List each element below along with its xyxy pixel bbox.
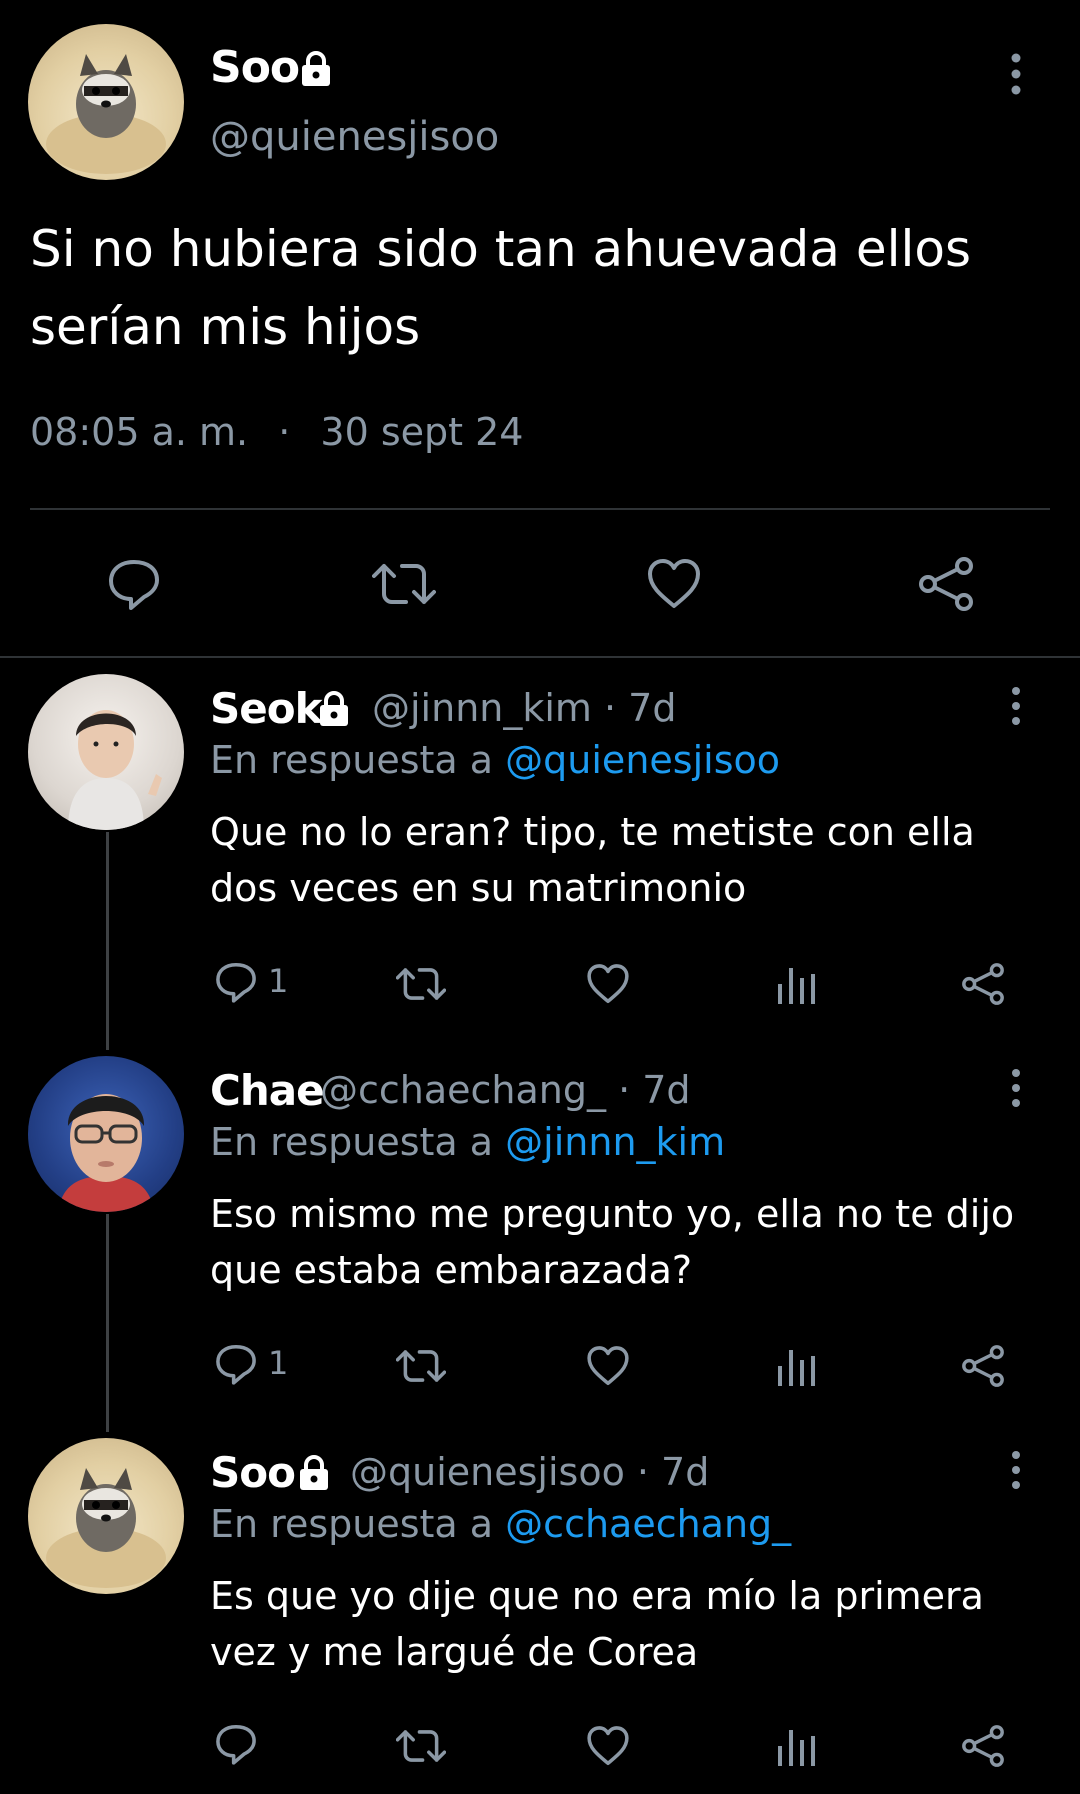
reply-to-line: En respuesta a @jinnn_kim [210, 1120, 725, 1164]
reply-to-line: En respuesta a @cchaechang_ [210, 1502, 791, 1546]
reply-to-mention[interactable]: @jinnn_kim [505, 1120, 725, 1164]
like-icon[interactable] [646, 556, 702, 612]
reply-count: 1 [268, 962, 289, 1000]
thread-line [106, 1214, 109, 1432]
share-icon[interactable] [960, 1724, 1006, 1768]
reply-text-line1: Que no lo eran? tipo, te metiste con ell… [210, 810, 975, 854]
main-author-name[interactable]: Soo [210, 42, 300, 93]
retweet-icon[interactable] [396, 1344, 446, 1388]
reply-icon[interactable] [214, 960, 258, 1004]
reply-avatar[interactable] [28, 674, 184, 830]
reply-text: Que no lo eran? tipo, te metiste con ell… [210, 804, 1050, 916]
reply-author-name[interactable]: Seok [210, 684, 323, 733]
main-tweet-time[interactable]: 08:05 a. m. [30, 410, 248, 454]
more-options-icon[interactable] [1004, 52, 1028, 96]
retweet-icon[interactable] [396, 962, 446, 1006]
like-icon[interactable] [586, 1344, 630, 1388]
reply-text: Es que yo dije que no era mío la primera… [210, 1568, 1050, 1680]
reply-count: 1 [268, 1344, 289, 1382]
reply-text-line2: vez y me largué de Corea [210, 1630, 699, 1674]
like-icon[interactable] [586, 1724, 630, 1768]
thread-line [106, 832, 109, 1050]
main-tweet-text: Si no hubiera sido tan ahuevada ellos se… [30, 210, 1030, 366]
reply-handle-time[interactable]: @jinnn_kim · 7d [372, 686, 676, 730]
reply-to-mention[interactable]: @quienesjisoo [505, 738, 780, 782]
more-options-icon[interactable] [1004, 1068, 1028, 1108]
retweet-icon[interactable] [372, 556, 436, 612]
main-tweet-date[interactable]: 30 sept 24 [320, 410, 523, 454]
views-icon[interactable] [776, 962, 816, 1006]
more-options-icon[interactable] [1004, 686, 1028, 726]
reply-to-prefix: En respuesta a [210, 1502, 494, 1546]
share-icon[interactable] [960, 962, 1006, 1006]
person-avatar-image [58, 1094, 154, 1212]
main-tweet-meta: 08:05 a. m. · 30 sept 24 [30, 410, 523, 454]
reply-to-mention[interactable]: @cchaechang_ [505, 1502, 791, 1546]
reply-text-line1: Es que yo dije que no era mío la primera [210, 1574, 984, 1618]
reply-text-line2: que estaba embarazada? [210, 1248, 693, 1292]
reply-to-prefix: En respuesta a [210, 738, 494, 782]
reply-author-name[interactable]: Soo [210, 1448, 296, 1497]
raccoon-avatar-image [46, 1468, 166, 1588]
lock-icon [294, 1452, 334, 1492]
reply-avatar[interactable] [28, 1056, 184, 1212]
lock-icon [296, 48, 336, 88]
reply-author-name[interactable]: Chae [210, 1066, 325, 1115]
reply-to-line: En respuesta a @quienesjisoo [210, 738, 780, 782]
main-tweet-text-line2: serían mis hijos [30, 298, 421, 356]
reply-to-prefix: En respuesta a [210, 1120, 494, 1164]
reply-icon[interactable] [106, 556, 162, 612]
reply-handle-time[interactable]: @cchaechang_ · 7d [320, 1068, 691, 1112]
main-tweet-text-line1: Si no hubiera sido tan ahuevada ellos [30, 220, 972, 278]
like-icon[interactable] [586, 962, 630, 1006]
reply-icon[interactable] [214, 1722, 258, 1766]
main-tweet-divider [30, 508, 1050, 510]
main-avatar[interactable] [28, 24, 184, 180]
raccoon-avatar-image [46, 54, 166, 174]
more-options-icon[interactable] [1004, 1450, 1028, 1490]
main-author-handle[interactable]: @quienesjisoo [210, 114, 499, 160]
person-avatar-image [68, 710, 162, 830]
lock-icon [314, 688, 354, 728]
section-divider [0, 656, 1080, 658]
reply-text-line1: Eso mismo me pregunto yo, ella no te dij… [210, 1192, 1015, 1236]
reply-text: Eso mismo me pregunto yo, ella no te dij… [210, 1186, 1050, 1298]
reply-avatar[interactable] [28, 1438, 184, 1594]
reply-handle-time[interactable]: @quienesjisoo · 7d [350, 1450, 709, 1494]
share-icon[interactable] [916, 556, 976, 612]
views-icon[interactable] [776, 1724, 816, 1768]
retweet-icon[interactable] [396, 1724, 446, 1768]
reply-icon[interactable] [214, 1342, 258, 1386]
views-icon[interactable] [776, 1344, 816, 1388]
reply-text-line2: dos veces en su matrimonio [210, 866, 747, 910]
meta-separator: · [278, 410, 291, 454]
share-icon[interactable] [960, 1344, 1006, 1388]
